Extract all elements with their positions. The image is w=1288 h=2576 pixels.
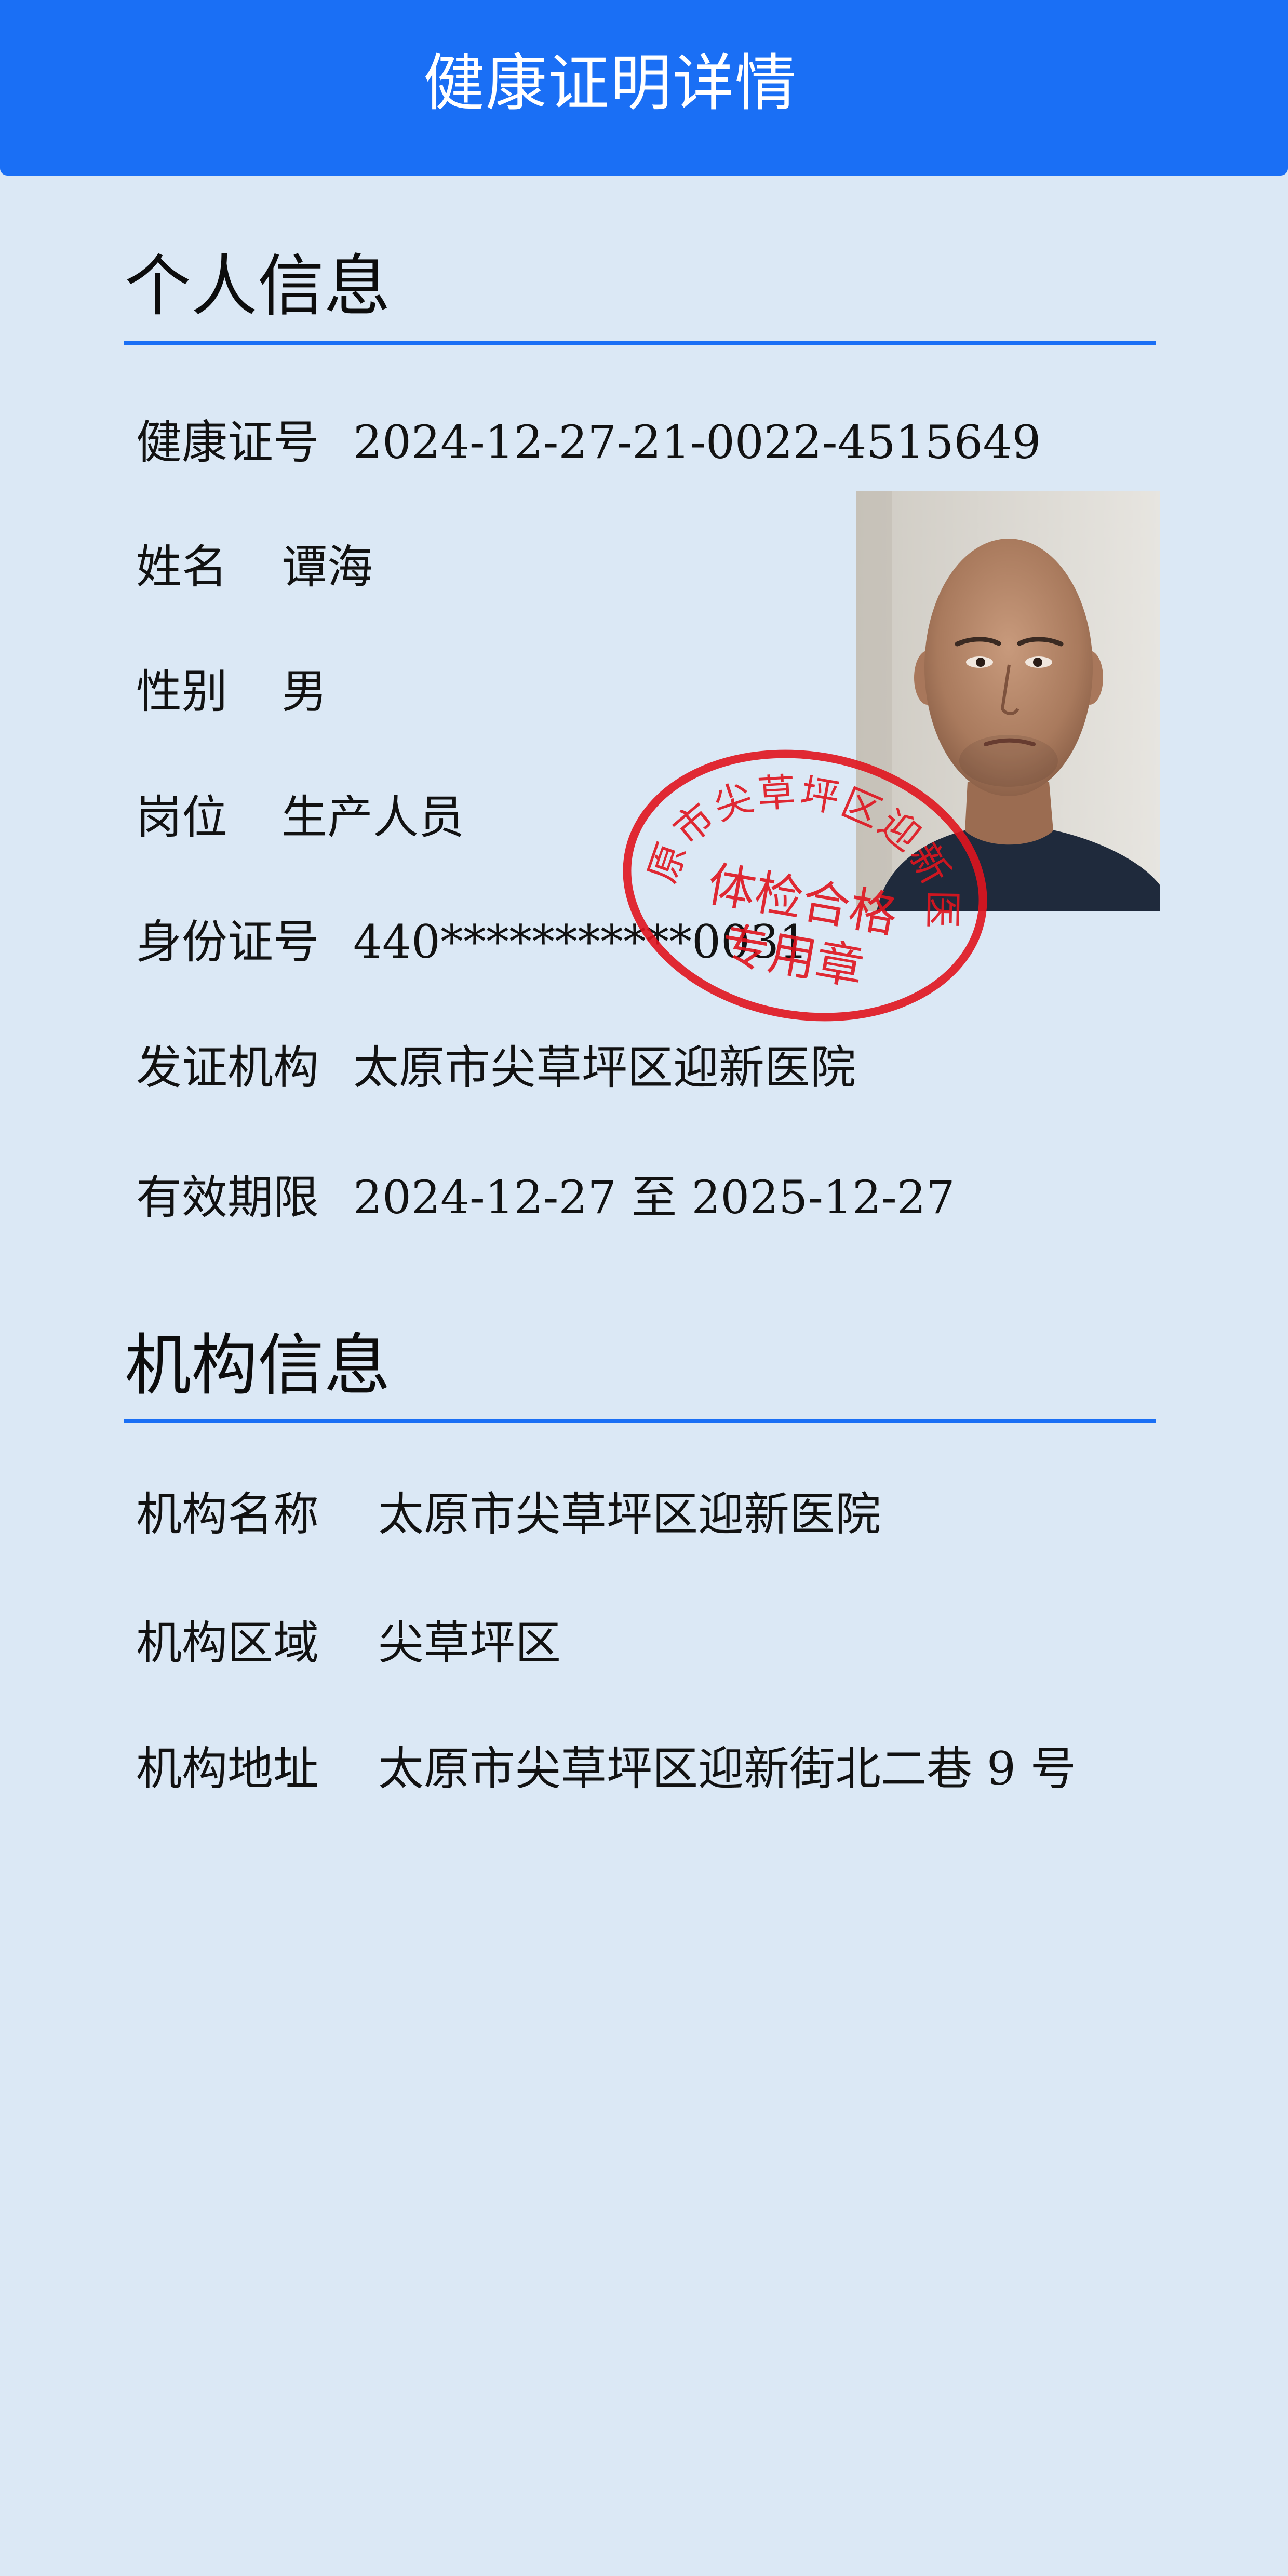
row-institution-name: 机构名称 太原市尖草坪区迎新医院 (136, 1487, 881, 1541)
section-title-institution: 机构信息 (125, 1327, 391, 1404)
row-label: 姓名 (136, 540, 228, 594)
row-institution-address: 机构地址 太原市尖草坪区迎新街北二巷 9 号 (136, 1742, 1076, 1795)
section-title-personal: 个人信息 (125, 248, 391, 325)
institution-area: 尖草坪区 (378, 1616, 561, 1670)
row-label: 性别 (136, 665, 228, 718)
person-position: 生产人员 (281, 790, 465, 844)
row-label: 发证机构 (136, 1041, 319, 1094)
row-label: 身份证号 (136, 915, 319, 969)
institution-name: 太原市尖草坪区迎新医院 (378, 1487, 881, 1541)
section-divider-institution (124, 1419, 1156, 1423)
person-gender: 男 (281, 665, 328, 718)
row-institution-area: 机构区域 尖草坪区 (136, 1616, 561, 1670)
institution-address: 太原市尖草坪区迎新街北二巷 9 号 (378, 1742, 1076, 1795)
validity-period: 2024-12-27 至 2025-12-27 (353, 1171, 955, 1224)
row-label: 机构名称 (136, 1487, 319, 1541)
person-name: 谭海 (281, 540, 373, 594)
row-label: 机构地址 (136, 1742, 319, 1795)
app-header: 健康证明详情 (0, 0, 1288, 176)
row-label: 机构区域 (136, 1616, 319, 1670)
row-label: 有效期限 (136, 1171, 319, 1224)
row-validity: 有效期限 2024-12-27 至 2025-12-27 (136, 1171, 955, 1224)
row-label: 健康证号 (136, 415, 319, 469)
row-id-number: 身份证号 440***********0031 (136, 915, 808, 969)
row-position: 岗位 生产人员 (136, 790, 464, 844)
row-gender: 性别 男 (136, 665, 327, 718)
row-issuer: 发证机构 太原市尖草坪区迎新医院 (136, 1041, 856, 1094)
page-title: 健康证明详情 (423, 47, 797, 119)
row-health-cert-no: 健康证号 2024-12-27-21-0022-4515649 (136, 415, 1041, 469)
official-seal-stamp: 太原市尖草坪区迎新医院 体检合格 专用章 (592, 676, 998, 1026)
row-name: 姓名 谭海 (136, 540, 373, 594)
issuing-institution: 太原市尖草坪区迎新医院 (353, 1041, 856, 1094)
health-cert-number: 2024-12-27-21-0022-4515649 (353, 415, 1041, 469)
row-label: 岗位 (136, 790, 228, 844)
section-divider-personal (124, 341, 1156, 345)
